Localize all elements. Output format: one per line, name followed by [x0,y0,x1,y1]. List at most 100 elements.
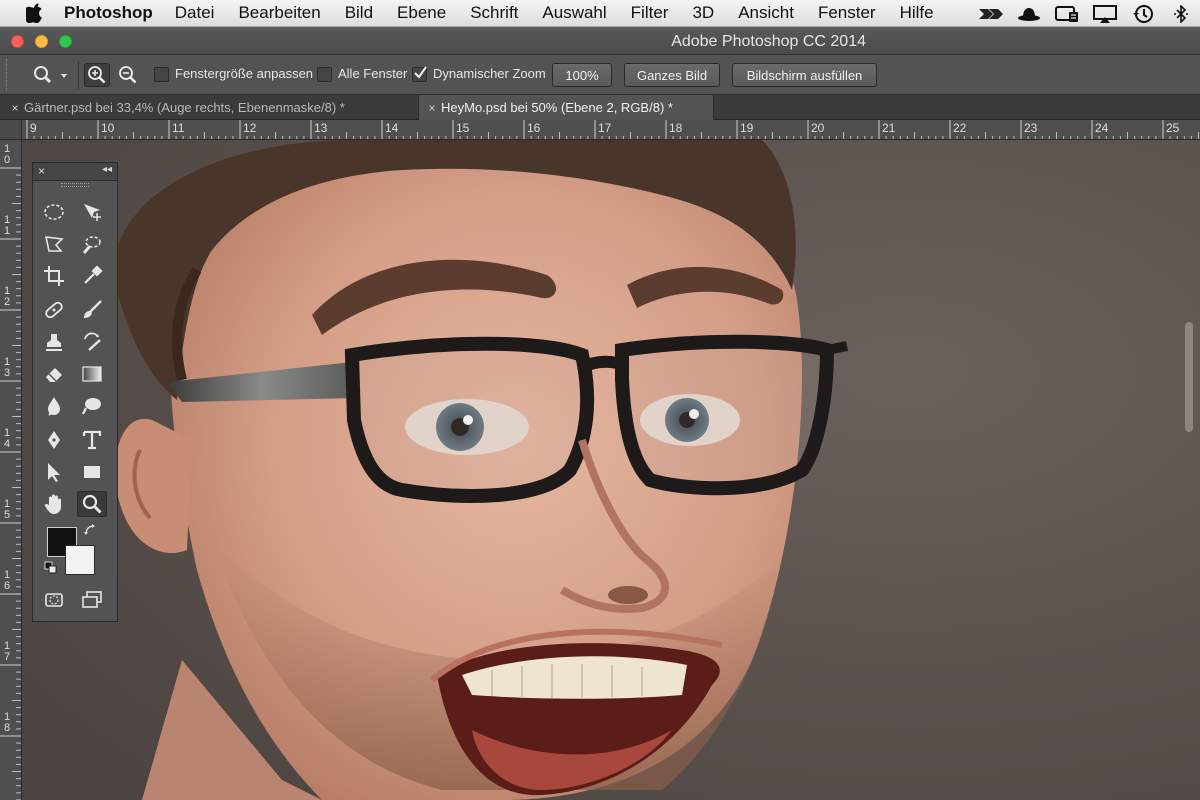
menu-bearbeiten[interactable]: Bearbeiten [238,3,320,23]
options-divider [78,61,79,89]
ellipse-marquee-icon [44,204,64,220]
eyedropper-tool[interactable] [77,263,107,289]
window-close-button[interactable] [11,35,24,48]
apple-menu-icon[interactable] [24,3,46,23]
pen-tool[interactable] [39,427,69,453]
ruler-label: 9 [30,121,37,135]
fit-window-label: Fenstergröße anpassen [175,66,314,81]
menu-hilfe[interactable]: Hilfe [900,3,934,23]
vertical-scrollbar[interactable] [1180,140,1200,800]
history-brush-tool[interactable] [77,329,107,355]
gradient-icon [82,366,102,382]
zoom-out-button[interactable] [115,63,141,87]
menu-auswahl[interactable]: Auswahl [542,3,606,23]
polygonal-lasso-tool[interactable] [39,231,69,257]
quick-mask-button[interactable] [39,587,69,613]
zoom-tool[interactable] [77,491,107,517]
path-selection-tool[interactable] [39,459,69,485]
healing-brush-tool[interactable] [39,297,69,323]
fit-window-checkbox[interactable] [154,67,169,82]
background-color-swatch[interactable] [65,545,95,575]
window-minimize-button[interactable] [35,35,48,48]
tools-panel-header[interactable]: × ◂◂ [33,163,117,181]
all-windows-label: Alle Fenster [338,66,408,81]
window-zoom-button[interactable] [59,35,72,48]
type-tool[interactable] [77,427,107,453]
menu-bild[interactable]: Bild [345,3,373,23]
ruler-origin[interactable] [0,120,22,140]
options-grip[interactable] [6,59,8,91]
default-colors-icon[interactable] [44,561,58,580]
menu-datei[interactable]: Datei [175,3,215,23]
ruler-label: 11 [3,214,11,237]
actual-pixels-button[interactable]: 100% [552,63,612,87]
rectangle-tool[interactable] [77,459,107,485]
scrubby-zoom-checkbox[interactable] [412,66,427,82]
zoom-icon[interactable] [978,4,1004,24]
document-canvas[interactable] [22,140,1200,800]
hand-tool[interactable] [39,491,69,517]
ruler-label: 13 [3,356,11,379]
pen-nib-icon [48,431,60,449]
ruler-label: 15 [3,498,11,521]
ruler-label: 13 [314,121,328,135]
bluetooth-icon[interactable] [1168,4,1194,24]
menu-app-photoshop[interactable]: Photoshop [64,3,153,23]
menu-3d[interactable]: 3D [692,3,714,23]
window-title: Adobe Photoshop CC 2014 [671,33,866,50]
dodge-icon [82,398,101,415]
ruler-label: 25 [1166,121,1180,135]
menu-ebene[interactable]: Ebene [397,3,446,23]
gradient-tool[interactable] [77,361,107,387]
brush-tool[interactable] [77,297,107,323]
ruler-label: 14 [3,427,11,450]
backup-icon[interactable] [1054,4,1080,24]
eraser-tool[interactable] [39,361,69,387]
vertical-ruler[interactable]: 10 11 12 13 14 15 16 17 18 [0,140,22,800]
menu-schrift[interactable]: Schrift [470,3,518,23]
panel-collapse-icon[interactable]: ◂◂ [102,164,112,175]
ruler-label: 22 [953,121,967,135]
tab-heymo[interactable]: × HeyMo.psd bei 50% (Ebene 2, RGB/8) * [418,95,714,120]
menu-fenster[interactable]: Fenster [818,3,876,23]
airplay-icon[interactable] [1092,4,1118,24]
blur-tool[interactable] [39,393,69,419]
time-machine-icon[interactable] [1130,4,1156,24]
zoom-in-icon [88,66,106,84]
all-windows-checkbox[interactable] [317,67,332,82]
brush-icon [84,300,102,318]
ruler-label: 21 [882,121,896,135]
screen-mode-icon [82,591,102,608]
panel-grip[interactable] [61,183,89,187]
tab-close-icon[interactable]: × [6,101,24,115]
bowler-hat-icon[interactable] [1016,4,1042,24]
tab-close-icon[interactable]: × [423,101,441,115]
menu-ansicht[interactable]: Ansicht [738,3,794,23]
elliptical-marquee-tool[interactable] [39,199,69,225]
photo-portrait [22,140,1200,800]
menu-filter[interactable]: Filter [631,3,669,23]
scrollbar-thumb[interactable] [1185,322,1193,432]
screen-mode-button[interactable] [77,587,107,613]
zoom-in-button[interactable] [84,63,110,87]
dodge-tool[interactable] [77,393,107,419]
ruler-label: 23 [1024,121,1038,135]
ruler-label: 14 [385,121,399,135]
clone-stamp-tool[interactable] [39,329,69,355]
fill-screen-button[interactable]: Bildschirm ausfüllen [732,63,877,87]
swap-colors-icon[interactable] [83,523,97,542]
ruler-label: 18 [669,121,683,135]
ruler-label: 16 [527,121,541,135]
move-arrow-icon [84,204,101,221]
crop-tool[interactable] [39,263,69,289]
fit-screen-button[interactable]: Ganzes Bild [624,63,720,87]
tool-options-bar: Fenstergröße anpassen Alle Fenster Dynam… [0,55,1200,95]
mac-menu-bar: Photoshop Datei Bearbeiten Bild Ebene Sc… [0,0,1200,27]
tool-preset-picker[interactable] [26,63,72,87]
window-title-bar: Adobe Photoshop CC 2014 [0,27,1200,55]
quick-selection-tool[interactable] [77,231,107,257]
move-tool[interactable] [77,199,107,225]
tab-gaertner[interactable]: × Gärtner.psd bei 33,4% (Auge rechts, Eb… [6,95,414,120]
horizontal-ruler[interactable]: 9 10 11 12 13 14 15 16 17 18 19 20 21 22 23 24 25 [22,120,1200,140]
panel-close-icon[interactable]: × [38,164,45,178]
